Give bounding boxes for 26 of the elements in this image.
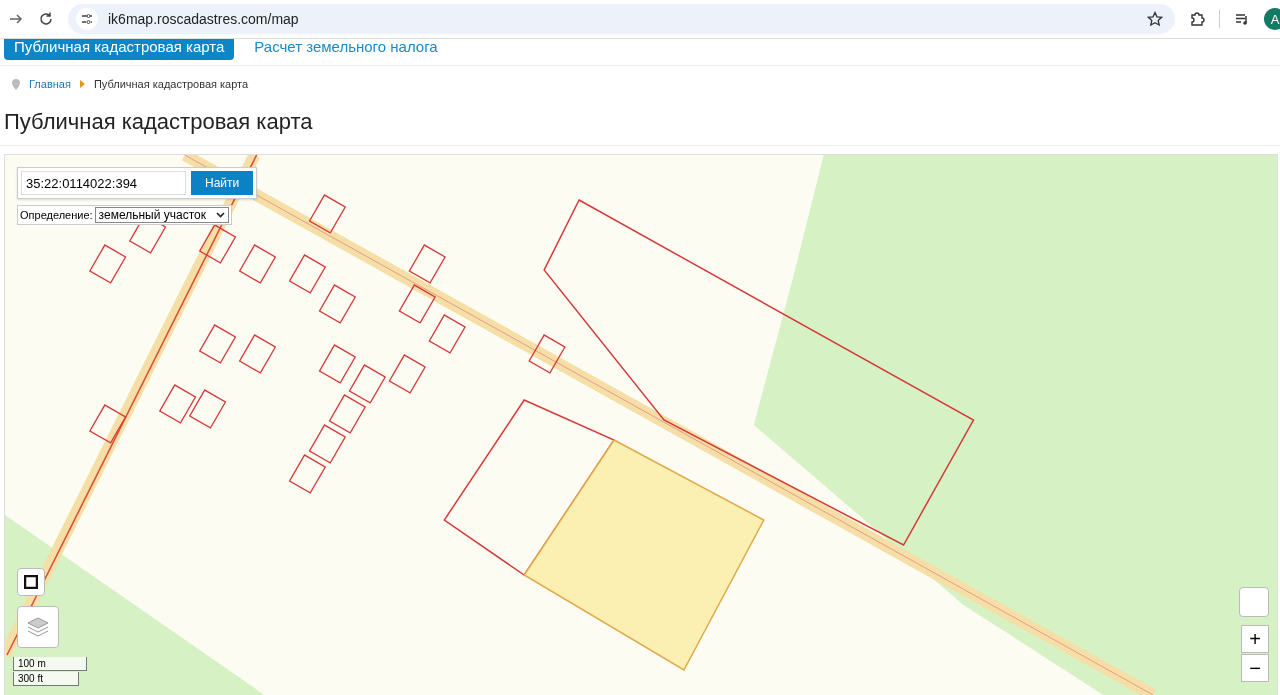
measure-button[interactable] bbox=[17, 568, 45, 596]
page-title: Публичная кадастровая карта bbox=[0, 101, 1280, 146]
media-icon[interactable] bbox=[1234, 11, 1250, 27]
chevron-icon bbox=[79, 80, 85, 88]
caret-icon bbox=[215, 212, 225, 218]
nav-tab[interactable]: Расчет земельного налога bbox=[244, 39, 448, 60]
nav-tab[interactable]: Публичная кадастровая карта bbox=[4, 39, 235, 60]
profile-avatar[interactable]: A bbox=[1264, 8, 1280, 30]
definition-select[interactable]: земельный участок bbox=[94, 207, 229, 223]
zoom-out-button[interactable]: − bbox=[1241, 654, 1269, 682]
layers-icon bbox=[26, 616, 50, 638]
scale-bar: 300 ft bbox=[13, 672, 79, 686]
zoom-in-button[interactable]: + bbox=[1241, 625, 1269, 653]
find-button[interactable]: Найти bbox=[191, 171, 254, 195]
scale-bar: 100 m bbox=[13, 657, 87, 671]
reload-icon[interactable] bbox=[38, 11, 54, 27]
location-pin-icon bbox=[12, 78, 20, 90]
puzzle-icon[interactable] bbox=[1189, 11, 1205, 27]
definition-label: Определение: bbox=[20, 209, 93, 221]
star-icon[interactable] bbox=[1147, 11, 1163, 27]
url-text: ik6map.roscadastres.com/map bbox=[108, 11, 300, 27]
cadastral-number-field[interactable]: 35:22:0114022:394 bbox=[21, 171, 186, 195]
breadcrumb-current: Публичная кадастровая карта bbox=[93, 78, 249, 90]
breadcrumb-link[interactable]: Главная bbox=[29, 78, 71, 90]
address-bar[interactable]: ik6map.roscadastres.com/map bbox=[68, 4, 1175, 34]
site-settings-icon[interactable] bbox=[79, 11, 95, 27]
